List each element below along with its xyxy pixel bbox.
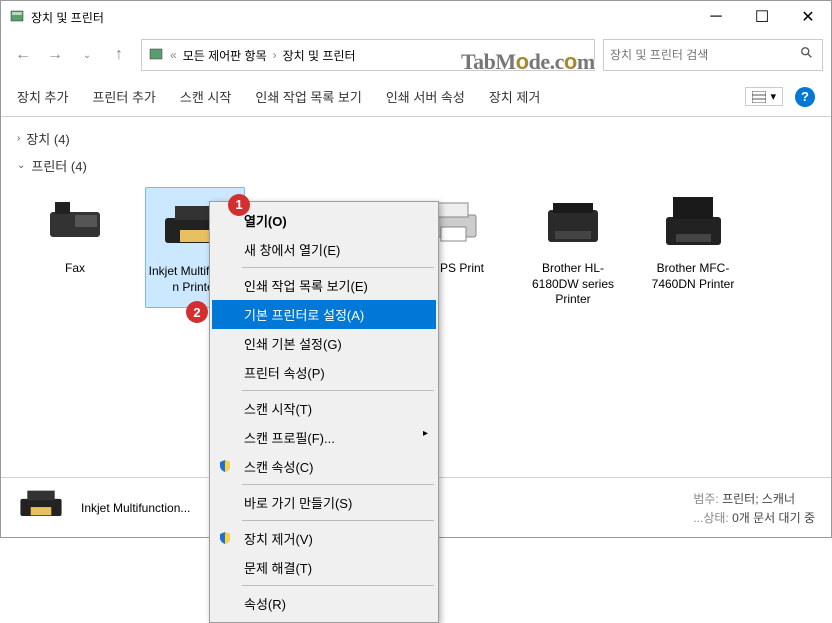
shield-icon (218, 531, 234, 547)
up-button[interactable]: ↑ (105, 41, 133, 69)
view-queue-button[interactable]: 인쇄 작업 목록 보기 (255, 87, 362, 106)
device-label: Brother HL-6180DW series Printer (523, 261, 623, 308)
view-mode-button[interactable]: ▾ (745, 87, 783, 106)
menu-start-scan[interactable]: 스캔 시작(T) (212, 394, 436, 423)
device-fax[interactable]: Fax (25, 187, 125, 308)
remove-device-button[interactable]: 장치 제거 (489, 87, 540, 106)
chevron-right-icon: › (17, 133, 20, 144)
add-device-button[interactable]: 장치 추가 (17, 87, 68, 106)
minimize-button[interactable]: ─ (693, 1, 739, 33)
shield-icon (218, 459, 234, 475)
status-state-value: 0개 문서 대기 중 (732, 511, 815, 525)
recent-button[interactable]: ⌄ (73, 41, 101, 69)
printer-icon (523, 187, 623, 257)
section-devices[interactable]: › 장치 (4) (17, 125, 815, 152)
navbar: ← → ⌄ ↑ « 모든 제어판 항목 › 장치 및 프린터 (1, 33, 831, 77)
section-label: 장치 (4) (26, 129, 69, 148)
menu-printer-props[interactable]: 프린터 속성(P) (212, 358, 436, 387)
search-input[interactable] (610, 48, 816, 62)
window-title: 장치 및 프린터 (31, 9, 104, 26)
status-category-label: 범주: (693, 492, 718, 506)
titlebar-left: 장치 및 프린터 (9, 8, 104, 27)
printer-icon (643, 187, 743, 257)
status-state-label: ...상태: (693, 511, 728, 525)
chevron-down-icon: ⌄ (17, 160, 25, 171)
help-button[interactable]: ? (795, 87, 815, 107)
context-menu: 열기(O) 새 창에서 열기(E) 인쇄 작업 목록 보기(E) 2 기본 프린… (209, 201, 439, 623)
status-category-value: 프린터; 스캐너 (722, 492, 795, 506)
fax-icon (25, 187, 125, 257)
back-button[interactable]: ← (9, 41, 37, 69)
breadcrumb-item[interactable]: 모든 제어판 항목 (183, 47, 267, 64)
menu-separator (242, 520, 434, 521)
chevron-right-icon: › (273, 48, 277, 62)
menu-troubleshoot[interactable]: 문제 해결(T) (212, 553, 436, 582)
search-icon[interactable] (800, 46, 814, 65)
menu-print-defaults[interactable]: 인쇄 기본 설정(G) (212, 329, 436, 358)
nav-buttons: ← → ⌄ ↑ (9, 41, 133, 69)
breadcrumb-item[interactable]: 장치 및 프린터 (283, 47, 356, 64)
callout-2: 2 (186, 301, 208, 323)
menu-remove-device[interactable]: 장치 제거(V) (212, 524, 436, 553)
window-controls: ─ ☐ ✕ (693, 1, 831, 33)
device-brother-hl[interactable]: Brother HL-6180DW series Printer (523, 187, 623, 308)
breadcrumb-sep: « (170, 48, 177, 62)
server-props-button[interactable]: 인쇄 서버 속성 (386, 87, 465, 106)
menu-properties[interactable]: 속성(R) (212, 589, 436, 618)
device-label: Fax (25, 261, 125, 277)
close-button[interactable]: ✕ (785, 1, 831, 33)
menu-view-queue[interactable]: 인쇄 작업 목록 보기(E) (212, 271, 436, 300)
maximize-button[interactable]: ☐ (739, 1, 785, 33)
menu-separator (242, 585, 434, 586)
section-label: 프린터 (4) (31, 156, 86, 175)
section-printers[interactable]: ⌄ 프린터 (4) (17, 152, 815, 179)
menu-create-shortcut[interactable]: 바로 가기 만들기(S) (212, 488, 436, 517)
menu-set-default[interactable]: 2 기본 프린터로 설정(A) (212, 300, 436, 329)
menu-scan-props[interactable]: 스캔 속성(C) (212, 452, 436, 481)
toolbar: 장치 추가 프린터 추가 스캔 시작 인쇄 작업 목록 보기 인쇄 서버 속성 … (1, 77, 831, 117)
dropdown-icon: ▾ (770, 90, 776, 103)
callout-1: 1 (228, 194, 250, 216)
start-scan-button[interactable]: 스캔 시작 (180, 87, 231, 106)
menu-separator (242, 390, 434, 391)
add-printer-button[interactable]: 프린터 추가 (92, 87, 155, 106)
menu-open-new-window[interactable]: 새 창에서 열기(E) (212, 235, 436, 264)
menu-scan-profile[interactable]: 스캔 프로필(F)... (212, 423, 436, 452)
forward-button[interactable]: → (41, 41, 69, 69)
menu-separator (242, 267, 434, 268)
statusbar-details: 범주: 프린터; 스캐너 ...상태: 0개 문서 대기 중 (693, 490, 815, 526)
menu-separator (242, 484, 434, 485)
watermark: TabMode.com (461, 49, 595, 75)
device-label: Brother MFC-7460DN Printer (643, 261, 743, 292)
search-box[interactable] (603, 39, 823, 71)
titlebar: 장치 및 프린터 ─ ☐ ✕ (1, 1, 831, 33)
breadcrumb-icon (148, 46, 164, 65)
window-icon (9, 8, 25, 27)
statusbar-device-icon (17, 484, 65, 532)
device-brother-mfc[interactable]: Brother MFC-7460DN Printer (643, 187, 743, 308)
